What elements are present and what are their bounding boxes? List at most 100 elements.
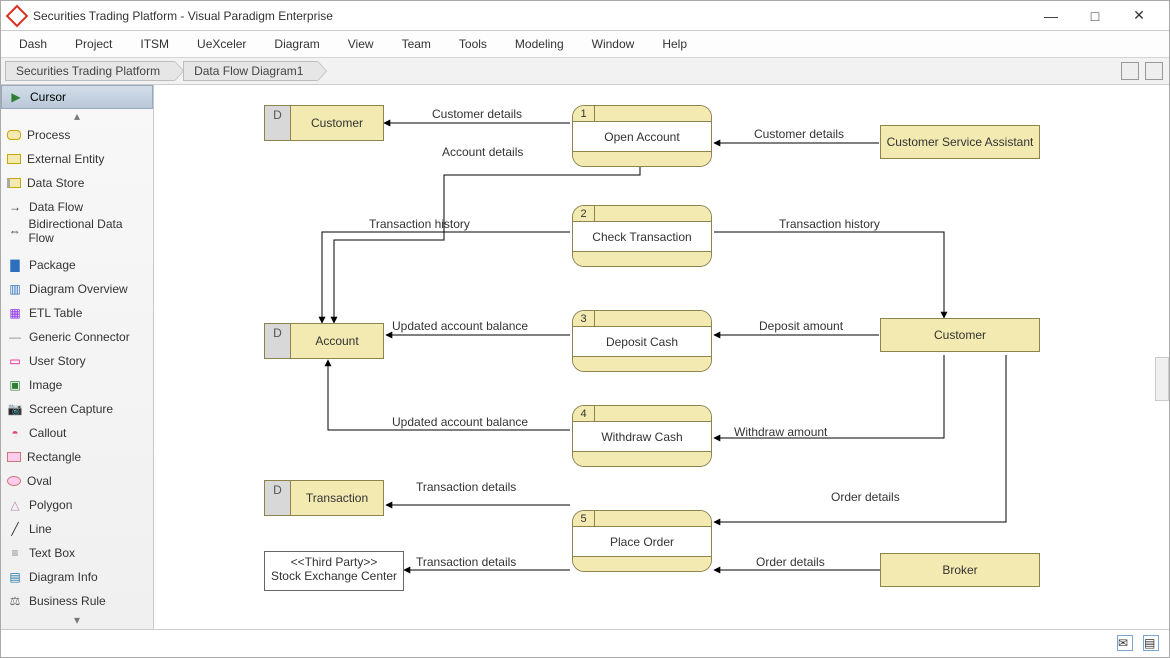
tool-oval[interactable]: Oval [1, 469, 153, 493]
menu-modeling[interactable]: Modeling [501, 33, 578, 55]
overview-icon[interactable] [1145, 62, 1163, 80]
flow-label-withdraw-amount[interactable]: Withdraw amount [734, 425, 827, 439]
layout-icon[interactable] [1121, 62, 1139, 80]
tool-cursor[interactable]: ▶ Cursor [1, 85, 153, 109]
menu-help[interactable]: Help [648, 33, 701, 55]
process-3-name: Deposit Cash [573, 327, 711, 357]
flow-label-updated-balance-1[interactable]: Updated account balance [392, 319, 528, 333]
package-icon: ▇ [7, 257, 23, 273]
tool-external-entity[interactable]: External Entity [1, 147, 153, 171]
data-store-transaction[interactable]: D Transaction [264, 480, 384, 516]
tool-diagram-overview[interactable]: ▥ Diagram Overview [1, 277, 153, 301]
process-icon [7, 130, 21, 140]
tool-text-box-label: Text Box [29, 546, 75, 560]
tool-package[interactable]: ▇Package [1, 253, 153, 277]
data-store-customer-tag: D [265, 106, 291, 140]
tool-screen-capture[interactable]: 📷Screen Capture [1, 397, 153, 421]
business-rule-icon: ⚖ [7, 593, 23, 609]
menu-itsm[interactable]: ITSM [126, 33, 183, 55]
flow-label-account-details[interactable]: Account details [442, 145, 523, 159]
callout-icon: ◓ [7, 425, 23, 441]
entity-stock-exchange[interactable]: <<Third Party>> Stock Exchange Center [264, 551, 404, 591]
status-bar: ✉ ▤ [1, 629, 1169, 655]
tool-image[interactable]: ▣Image [1, 373, 153, 397]
tool-line-label: Line [29, 522, 52, 536]
entity-csa[interactable]: Customer Service Assistant [880, 125, 1040, 159]
menu-uexceler[interactable]: UeXceler [183, 33, 260, 55]
tool-line[interactable]: ╱Line [1, 517, 153, 541]
menu-dash[interactable]: Dash [5, 33, 61, 55]
flow-label-txn-details-2[interactable]: Transaction details [416, 555, 516, 569]
process-3-num: 3 [573, 311, 595, 326]
menu-bar: Dash Project ITSM UeXceler Diagram View … [1, 31, 1169, 58]
entity-broker[interactable]: Broker [880, 553, 1040, 587]
menu-team[interactable]: Team [388, 33, 445, 55]
tool-business-rule[interactable]: ⚖Business Rule [1, 589, 153, 613]
tool-generic-connector-label: Generic Connector [29, 330, 130, 344]
crumb-diagram[interactable]: Data Flow Diagram1 [183, 61, 318, 81]
process-open-account[interactable]: 1 Open Account [572, 105, 712, 167]
tool-polygon[interactable]: △Polygon [1, 493, 153, 517]
main-area: ▶ Cursor ▴ Process External Entity Data … [1, 85, 1169, 629]
diagram-canvas[interactable]: Customer details Customer details Accoun… [154, 85, 1169, 629]
tool-external-entity-label: External Entity [27, 152, 104, 166]
data-store-customer-name: Customer [291, 106, 383, 140]
entity-customer[interactable]: Customer [880, 318, 1040, 352]
title-bar: Securities Trading Platform - Visual Par… [1, 1, 1169, 31]
menu-tools[interactable]: Tools [445, 33, 501, 55]
crumb-project[interactable]: Securities Trading Platform [5, 61, 175, 81]
flow-label-customer-details-1[interactable]: Customer details [432, 107, 522, 121]
tool-rectangle[interactable]: Rectangle [1, 445, 153, 469]
tool-data-store-label: Data Store [27, 176, 84, 190]
tool-generic-connector[interactable]: — Generic Connector [1, 325, 153, 349]
menu-diagram[interactable]: Diagram [260, 33, 333, 55]
flow-label-customer-details-2[interactable]: Customer details [754, 127, 844, 141]
flow-label-txn-history-right[interactable]: Transaction history [779, 217, 880, 231]
data-store-customer[interactable]: D Customer [264, 105, 384, 141]
tool-bidir-flow-label: Bidirectional Data Flow [28, 217, 147, 245]
menu-window[interactable]: Window [578, 33, 649, 55]
mail-icon[interactable]: ✉ [1117, 635, 1133, 651]
tool-diagram-overview-label: Diagram Overview [29, 282, 128, 296]
tool-diagram-info[interactable]: ▤Diagram Info [1, 565, 153, 589]
tool-etl-table-label: ETL Table [29, 306, 82, 320]
data-store-transaction-name: Transaction [291, 481, 383, 515]
menu-view[interactable]: View [334, 33, 388, 55]
maximize-button[interactable]: □ [1073, 2, 1117, 30]
close-button[interactable]: ✕ [1117, 2, 1161, 30]
flow-label-updated-balance-2[interactable]: Updated account balance [392, 415, 528, 429]
flow-label-order-details-1[interactable]: Order details [831, 490, 900, 504]
scroll-handle[interactable] [1155, 357, 1169, 401]
tool-etl-table[interactable]: ▦ETL Table [1, 301, 153, 325]
oval-icon [7, 476, 21, 486]
tool-text-box[interactable]: ≡Text Box [1, 541, 153, 565]
process-deposit-cash[interactable]: 3 Deposit Cash [572, 310, 712, 372]
flow-label-order-details-2[interactable]: Order details [756, 555, 825, 569]
flow-label-deposit-amount[interactable]: Deposit amount [759, 319, 843, 333]
tool-data-store[interactable]: Data Store [1, 171, 153, 195]
collapse-down-icon[interactable]: ▾ [1, 613, 153, 627]
menu-project[interactable]: Project [61, 33, 126, 55]
note-icon[interactable]: ▤ [1143, 635, 1159, 651]
collapse-up-icon[interactable]: ▴ [1, 109, 153, 123]
tool-user-story[interactable]: ▭User Story [1, 349, 153, 373]
process-place-order[interactable]: 5 Place Order [572, 510, 712, 572]
data-store-account[interactable]: D Account [264, 323, 384, 359]
flow-label-txn-history-left[interactable]: Transaction history [369, 217, 470, 231]
tool-bidir-flow[interactable]: ⇔Bidirectional Data Flow [1, 219, 153, 243]
minimize-button[interactable]: — [1029, 2, 1073, 30]
tool-data-flow[interactable]: →Data Flow [1, 195, 153, 219]
generic-connector-icon: — [7, 329, 23, 345]
diagram-overview-icon: ▥ [7, 281, 23, 297]
toolbox: ▶ Cursor ▴ Process External Entity Data … [1, 85, 154, 629]
tool-callout[interactable]: ◓Callout [1, 421, 153, 445]
process-4-name: Withdraw Cash [573, 422, 711, 452]
tool-data-flow-label: Data Flow [29, 200, 83, 214]
process-2-num: 2 [573, 206, 595, 221]
tool-rectangle-label: Rectangle [27, 450, 81, 464]
external-entity-icon [7, 154, 21, 164]
tool-process[interactable]: Process [1, 123, 153, 147]
process-withdraw-cash[interactable]: 4 Withdraw Cash [572, 405, 712, 467]
flow-label-txn-details-1[interactable]: Transaction details [416, 480, 516, 494]
process-check-transaction[interactable]: 2 Check Transaction [572, 205, 712, 267]
